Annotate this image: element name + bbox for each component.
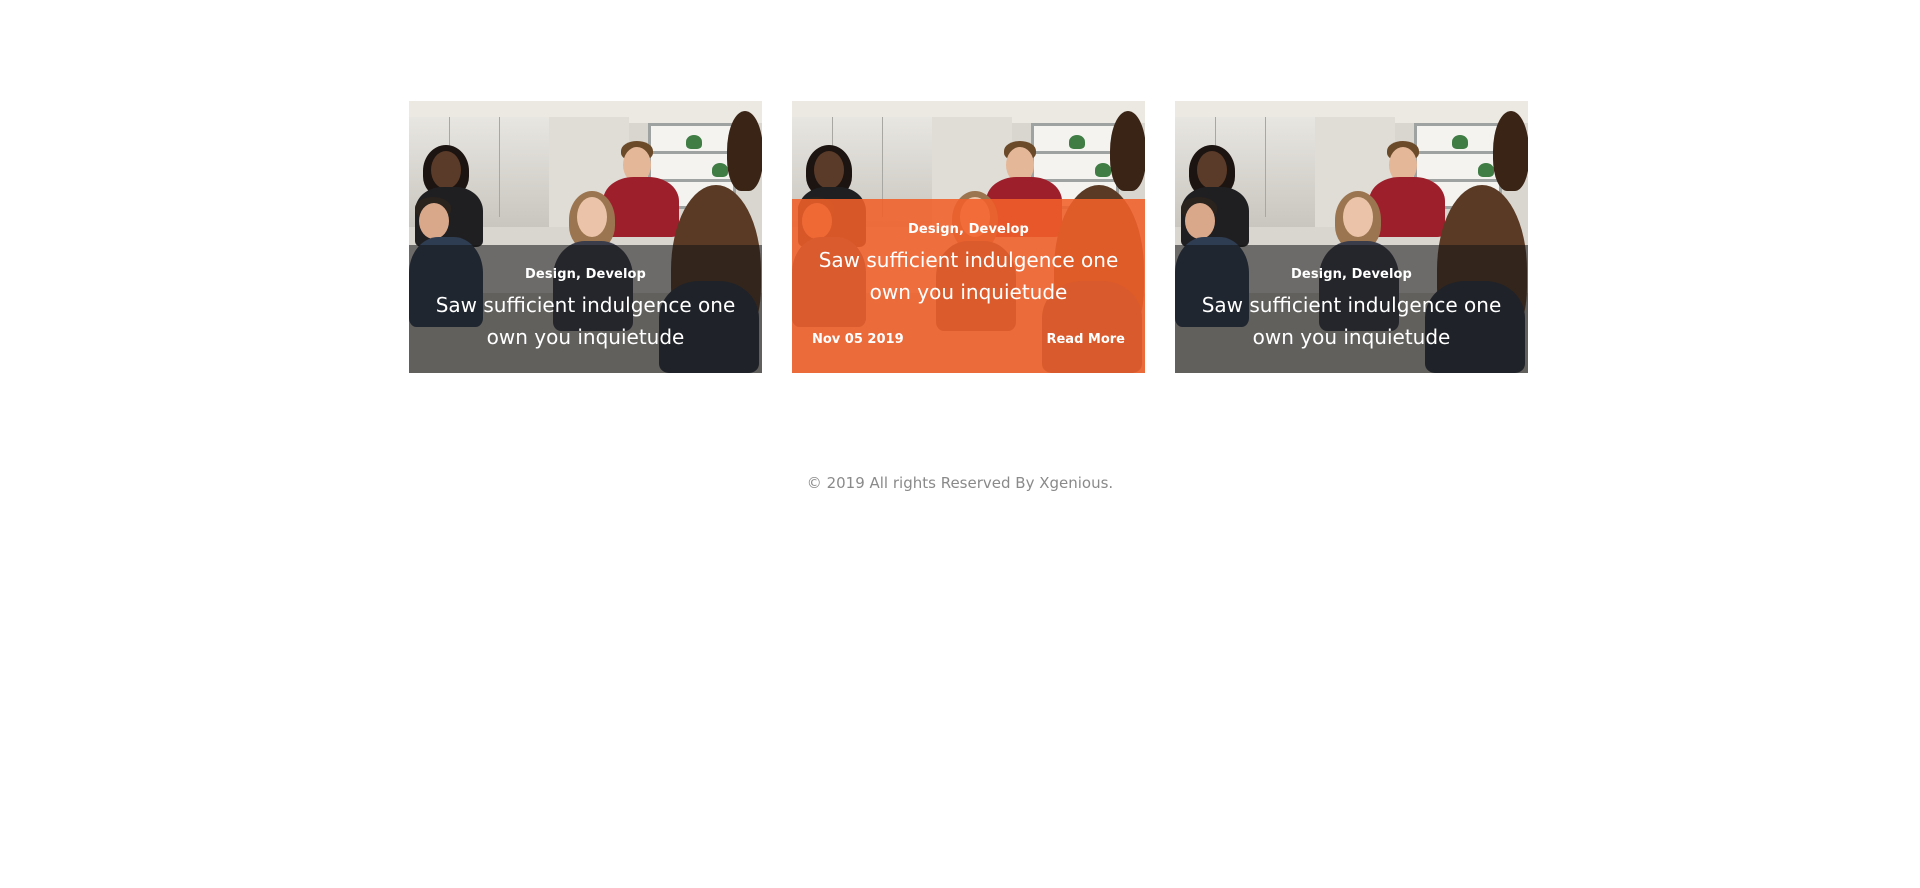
blog-card-meta: Nov 05 2019 Read More [812,332,1125,347]
blog-card[interactable]: Design, Develop Saw sufficient indulgenc… [1175,101,1528,373]
read-more-link[interactable]: Read More [1046,332,1125,347]
blog-card-categories[interactable]: Design, Develop [409,267,762,282]
blog-card-categories[interactable]: Design, Develop [792,222,1145,237]
blog-card[interactable]: Design, Develop Saw sufficient indulgenc… [409,101,762,373]
footer-copyright: © 2019 All rights Reserved By Xgenious. [806,474,1114,492]
blog-card-overlay: Design, Develop Saw sufficient indulgenc… [792,199,1145,373]
blog-card-overlay: Design, Develop Saw sufficient indulgenc… [1175,245,1528,373]
blog-card-categories[interactable]: Design, Develop [1175,267,1528,282]
blog-card-title[interactable]: Saw sufficient indulgence one own you in… [431,289,740,353]
blog-card-active[interactable]: Design, Develop Saw sufficient indulgenc… [792,101,1145,373]
blog-card-title[interactable]: Saw sufficient indulgence one own you in… [814,244,1123,308]
blog-card-overlay: Design, Develop Saw sufficient indulgenc… [409,245,762,373]
blog-card-title[interactable]: Saw sufficient indulgence one own you in… [1197,289,1506,353]
blog-grid: Design, Develop Saw sufficient indulgenc… [409,101,1529,373]
blog-card-date: Nov 05 2019 [812,332,904,347]
